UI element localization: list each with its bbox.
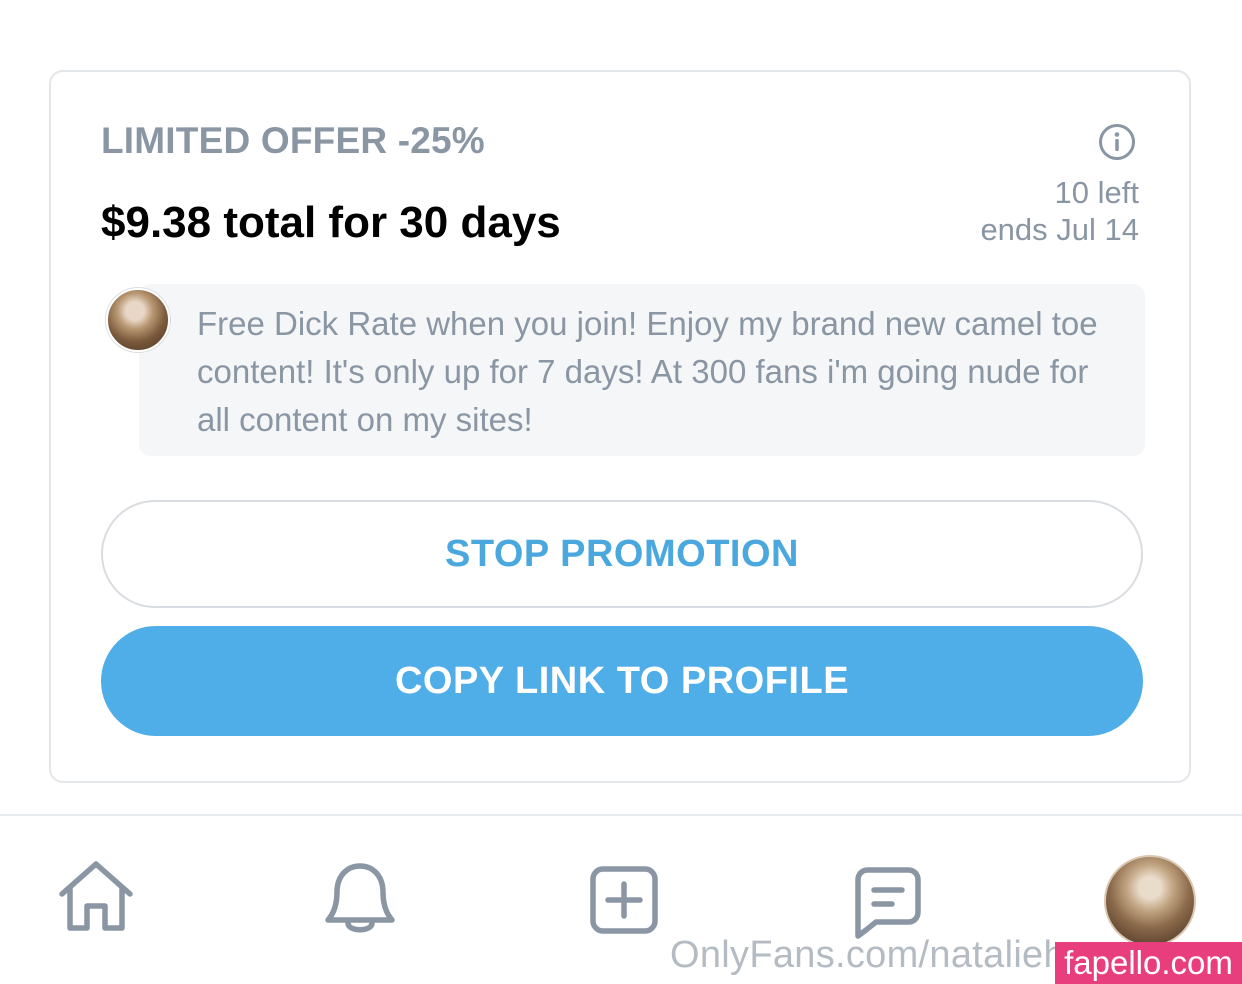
copy-link-button[interactable]: COPY LINK TO PROFILE [101, 626, 1143, 736]
offer-message: Free Dick Rate when you join! Enjoy my b… [139, 284, 1145, 456]
offer-remaining: 10 left [1054, 175, 1139, 210]
offer-meta: 10 left ends Jul 14 [980, 174, 1139, 248]
url-watermark: OnlyFans.com/natalieh [670, 934, 1065, 976]
promotion-card: LIMITED OFFER -25% $9.38 total for 30 da… [49, 70, 1191, 783]
offer-price: $9.38 total for 30 days [101, 198, 561, 247]
brand-watermark: fapello.com [1055, 942, 1242, 984]
stop-promotion-button[interactable]: STOP PROMOTION [101, 500, 1143, 608]
message-icon[interactable] [852, 864, 924, 940]
plus-square-icon[interactable] [588, 864, 660, 936]
offer-title: LIMITED OFFER -25% [101, 120, 485, 161]
creator-avatar [106, 288, 170, 352]
home-icon[interactable] [56, 858, 136, 934]
offer-ends: ends Jul 14 [980, 212, 1139, 247]
offer-message-row: Free Dick Rate when you join! Enjoy my b… [106, 284, 1146, 458]
info-icon[interactable] [1097, 122, 1137, 162]
bell-icon[interactable] [320, 860, 400, 936]
nav-divider [0, 814, 1242, 816]
profile-avatar[interactable] [1104, 855, 1196, 947]
